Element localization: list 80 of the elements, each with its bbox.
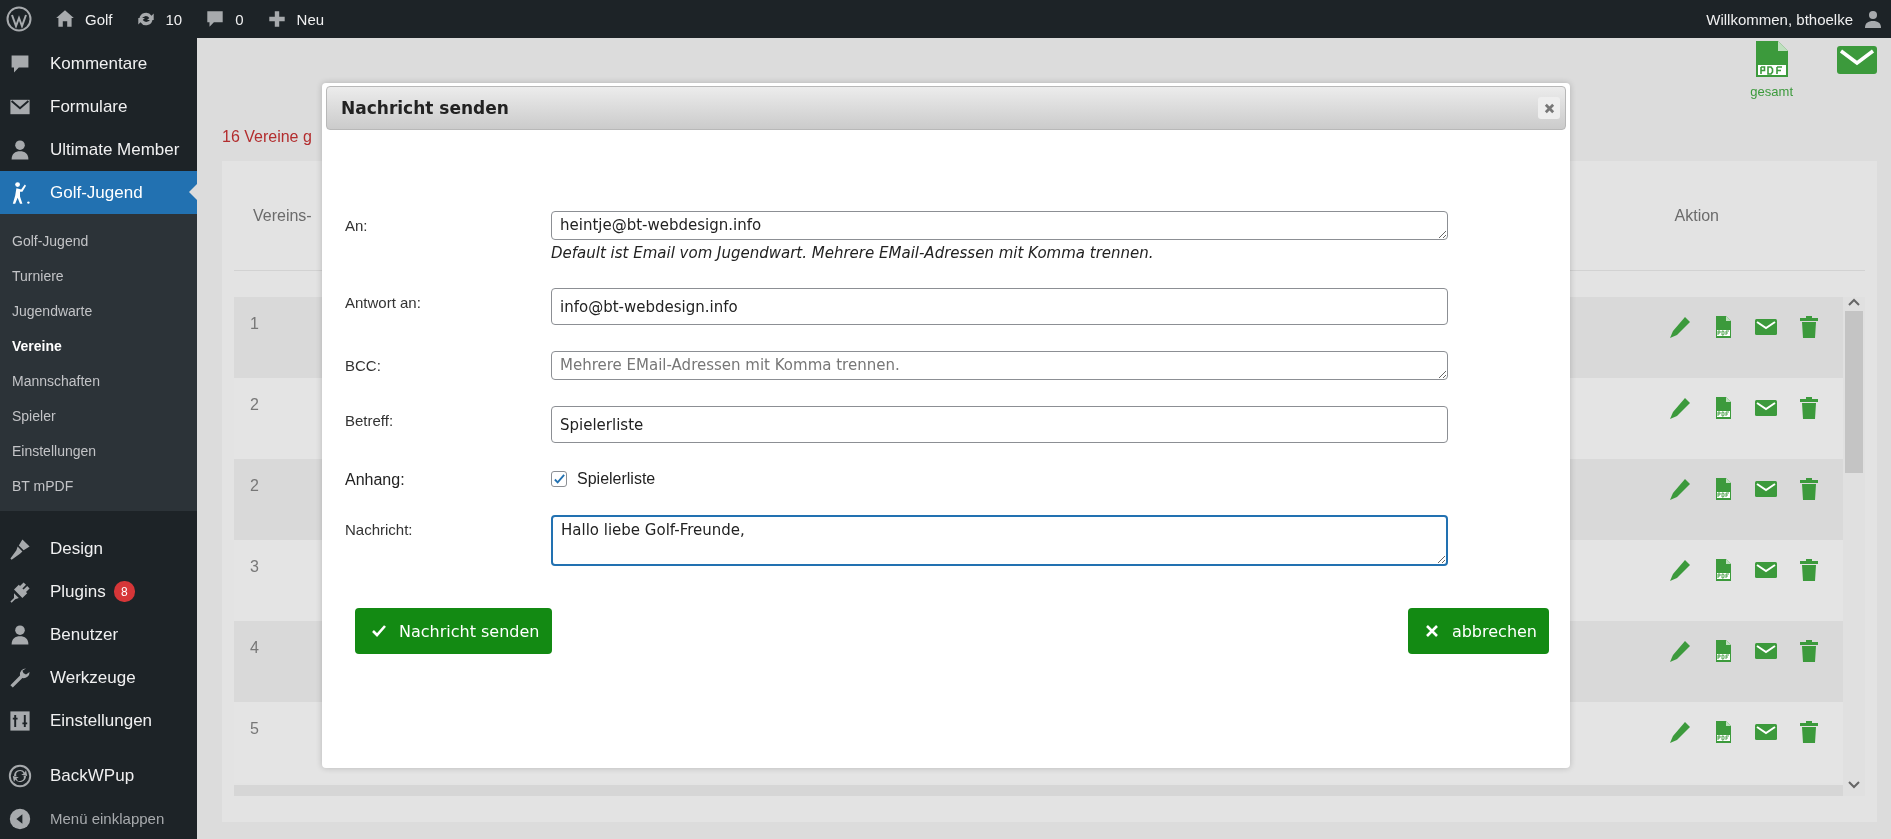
checkmark-icon: [371, 623, 387, 639]
submenu-item[interactable]: Vereine: [0, 328, 197, 363]
text-area[interactable]: Mehrere EMail-Adressen mit Komma trennen.: [551, 351, 1448, 380]
table-cell: 1: [250, 315, 259, 333]
submenu-item[interactable]: Mannschaften: [0, 363, 197, 398]
trash-icon[interactable]: [1797, 558, 1821, 582]
field-label: Betreff:: [345, 411, 395, 429]
pencil-icon[interactable]: [1668, 558, 1692, 582]
submenu-item[interactable]: Turniere: [0, 258, 197, 293]
scroll-down-icon[interactable]: [1848, 780, 1860, 790]
circular-arrows-icon: [8, 763, 32, 788]
field-label: An:: [345, 216, 369, 234]
table-cell: 2: [250, 396, 259, 414]
sidebar-item[interactable]: BackWPup: [0, 754, 197, 797]
scroll-up-icon[interactable]: [1848, 297, 1860, 307]
submenu-item[interactable]: BT mPDF: [0, 468, 197, 503]
avatar-icon[interactable]: [1863, 9, 1883, 29]
trash-icon[interactable]: [1797, 639, 1821, 663]
trash-icon[interactable]: [1797, 477, 1821, 501]
message-area[interactable]: Hallo liebe Golf-Freunde,: [551, 515, 1448, 566]
table-cell: 2: [250, 477, 259, 495]
trash-icon[interactable]: [1797, 396, 1821, 420]
send-button[interactable]: Nachricht senden: [355, 608, 552, 654]
field-label: Nachricht:: [345, 520, 414, 538]
submenu-item[interactable]: Jugendwarte: [0, 293, 197, 328]
field-label: Antwort an:: [345, 293, 422, 311]
export-label: gesamt: [1750, 84, 1793, 99]
table-cell: 4: [250, 639, 259, 657]
sidebar-item[interactable]: Menü einklappen: [0, 797, 197, 839]
close-icon: [1423, 623, 1440, 639]
checkbox-label[interactable]: Spielerliste: [577, 470, 656, 488]
close-button[interactable]: [1538, 97, 1560, 119]
wordpress-logo-icon[interactable]: [6, 6, 32, 32]
submenu-item[interactable]: Golf-Jugend: [0, 223, 197, 258]
text-area[interactable]: heintje@bt-webdesign.info: [551, 211, 1448, 240]
envelope-icon[interactable]: [1837, 46, 1877, 74]
toolbar-link[interactable]: Neu: [265, 8, 325, 30]
column-header: Aktion: [1674, 206, 1719, 225]
sidebar-item[interactable]: Golf-Jugend: [0, 171, 197, 214]
toolbar-link[interactable]: 10: [134, 8, 183, 30]
sidebar-item[interactable]: Benutzer: [0, 613, 197, 656]
trash-icon[interactable]: [1797, 315, 1821, 339]
plug-icon: [8, 579, 32, 604]
sidebar-item[interactable]: Design: [0, 527, 197, 570]
sidebar-item[interactable]: Kommentare: [0, 42, 197, 85]
pencil-icon[interactable]: [1668, 720, 1692, 744]
field-label: BCC:: [345, 356, 382, 374]
sidebar-item[interactable]: Werkzeuge: [0, 656, 197, 699]
text-field[interactable]: info@bt-webdesign.info: [551, 288, 1448, 325]
table-cell: 5: [250, 720, 259, 738]
account-greeting[interactable]: Willkommen, bthoelke: [1706, 10, 1853, 28]
home-icon: [54, 8, 76, 30]
wrench-icon: [8, 665, 32, 690]
field-label: Anhang:: [345, 470, 406, 489]
field-hint: Default ist Email vom Jugendwart. Mehrere EMail-Adressen mit Komma trennen.: [551, 244, 1155, 262]
pencil-icon[interactable]: [1668, 396, 1692, 420]
pencil-icon[interactable]: [1668, 639, 1692, 663]
cancel-button[interactable]: abbrechen: [1407, 608, 1549, 654]
submenu-item[interactable]: Spieler: [0, 398, 197, 433]
table-cell: 3: [250, 558, 259, 576]
toolbar-link[interactable]: Golf: [54, 8, 113, 30]
toolbar-link[interactable]: 0: [204, 8, 244, 30]
brush-icon: [8, 536, 32, 561]
pencil-icon[interactable]: [1668, 315, 1692, 339]
submenu-item[interactable]: Einstellungen: [0, 433, 197, 468]
close-icon: [1543, 102, 1555, 114]
sidebar-item[interactable]: Ultimate Member: [0, 128, 197, 171]
column-header: Vereins-: [253, 206, 312, 225]
summary-text: 16 Vereine g: [222, 128, 312, 146]
sidebar-item[interactable]: Einstellungen: [0, 699, 197, 742]
checkbox[interactable]: [551, 471, 567, 487]
sidebar-item[interactable]: Plugins 8: [0, 570, 197, 613]
dialog-title: Nachricht senden: [341, 98, 509, 118]
pdf-file-icon[interactable]: [1754, 40, 1789, 78]
trash-icon[interactable]: [1797, 720, 1821, 744]
sliders-icon: [8, 708, 32, 733]
text-field[interactable]: Spielerliste: [551, 406, 1448, 443]
pencil-icon[interactable]: [1668, 477, 1692, 501]
count-badge: 8: [113, 581, 135, 602]
sidebar-item[interactable]: Formulare: [0, 85, 197, 128]
